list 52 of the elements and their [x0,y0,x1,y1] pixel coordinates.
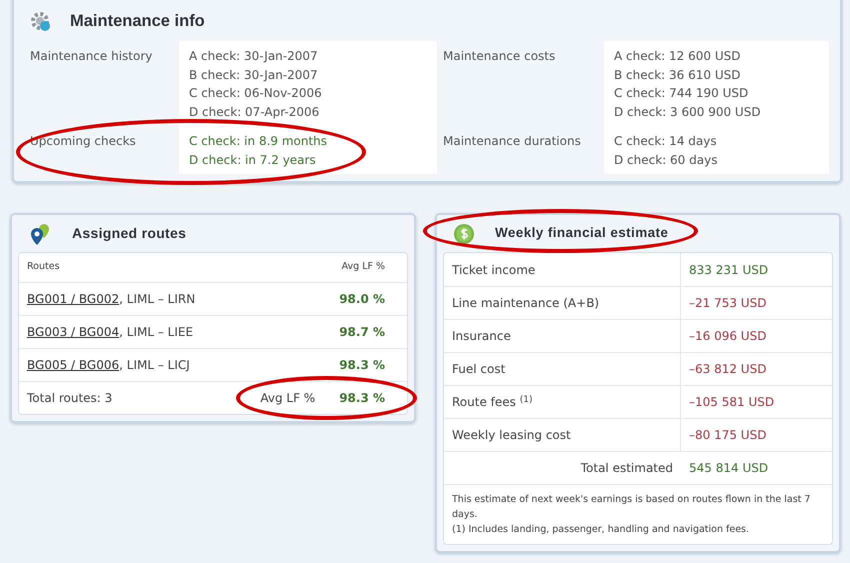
footnote-text: (1) Includes landing, passenger, handling and navigation fees. [452,523,750,537]
load-factor: 98.3 % [339,357,385,374]
field-value: C check: 06-Nov-2006 [189,85,323,102]
field-label: Maintenance history [29,48,154,65]
row-label: Line maintenance (A+B) [452,295,600,312]
total-routes: Total routes: 3 [27,390,112,407]
panel-title: Weekly financial estimate [495,224,668,242]
map-pin-icon [28,222,52,246]
row-label: Ticket income [452,262,536,278]
field-value: B check: 30-Jan-2007 [189,66,319,84]
field-label: Upcoming checks [29,133,137,150]
field-value: C check: 14 days [614,133,718,150]
dollar-coin-icon [453,222,475,244]
field-value: A check: 30-Jan-2007 [189,48,319,65]
column-header: Avg LF % [342,260,385,274]
row-label: Route fees $^{(1)}$ [452,394,532,411]
row-label: Fuel cost [452,361,506,378]
route-text: , LIML – LICJ [119,358,190,372]
field-value: C check: in 8.9 months [189,133,328,150]
field-value: A check: 12 600 USD [614,48,742,65]
row-value: –16 096 USD [689,328,766,345]
route-link[interactable]: BG003 / BG004 [27,325,120,339]
footnote-text: This estimate of next week's earnings is based on routes flown in the last 7 days. [452,493,812,522]
row-value: –21 753 USD [689,295,766,312]
field-label: Maintenance durations [442,133,582,150]
load-factor: 98.0 % [339,291,385,308]
row-value: –105 581 USD [689,394,774,411]
total-label: Total estimated [580,460,673,477]
route-text: , LIML – LIEE [119,325,194,339]
route-text: , LIML – LIRN [119,292,196,306]
row-value: –63 812 USD [689,361,766,378]
field-value: D check: 07-Apr-2006 [189,104,320,120]
total-value: 545 814 USD [689,460,768,477]
panel-title: Maintenance info [70,11,205,32]
gear-icon [30,10,52,32]
field-value: D check: 60 days [614,152,718,168]
avg-label: Avg LF % [260,390,316,407]
row-value: 833 231 USD [689,262,768,278]
field-label: Maintenance costs [442,48,556,65]
panel-title: Assigned routes [72,224,186,243]
row-label: Insurance [452,328,511,345]
route-link[interactable]: BG005 / BG006 [27,358,120,372]
field-value: B check: 36 610 USD [614,66,742,84]
route-link[interactable]: BG001 / BG002 [27,292,120,306]
field-value: D check: 3 600 900 USD [614,104,762,120]
column-header: Routes [27,260,60,274]
row-label: Weekly leasing cost [452,427,571,444]
field-value: D check: in 7.2 years [189,152,317,168]
field-value: C check: 744 190 USD [614,85,750,102]
load-factor: 98.7 % [339,324,385,341]
row-value: –80 175 USD [689,427,766,444]
load-factor: 98.3 % [339,390,385,407]
